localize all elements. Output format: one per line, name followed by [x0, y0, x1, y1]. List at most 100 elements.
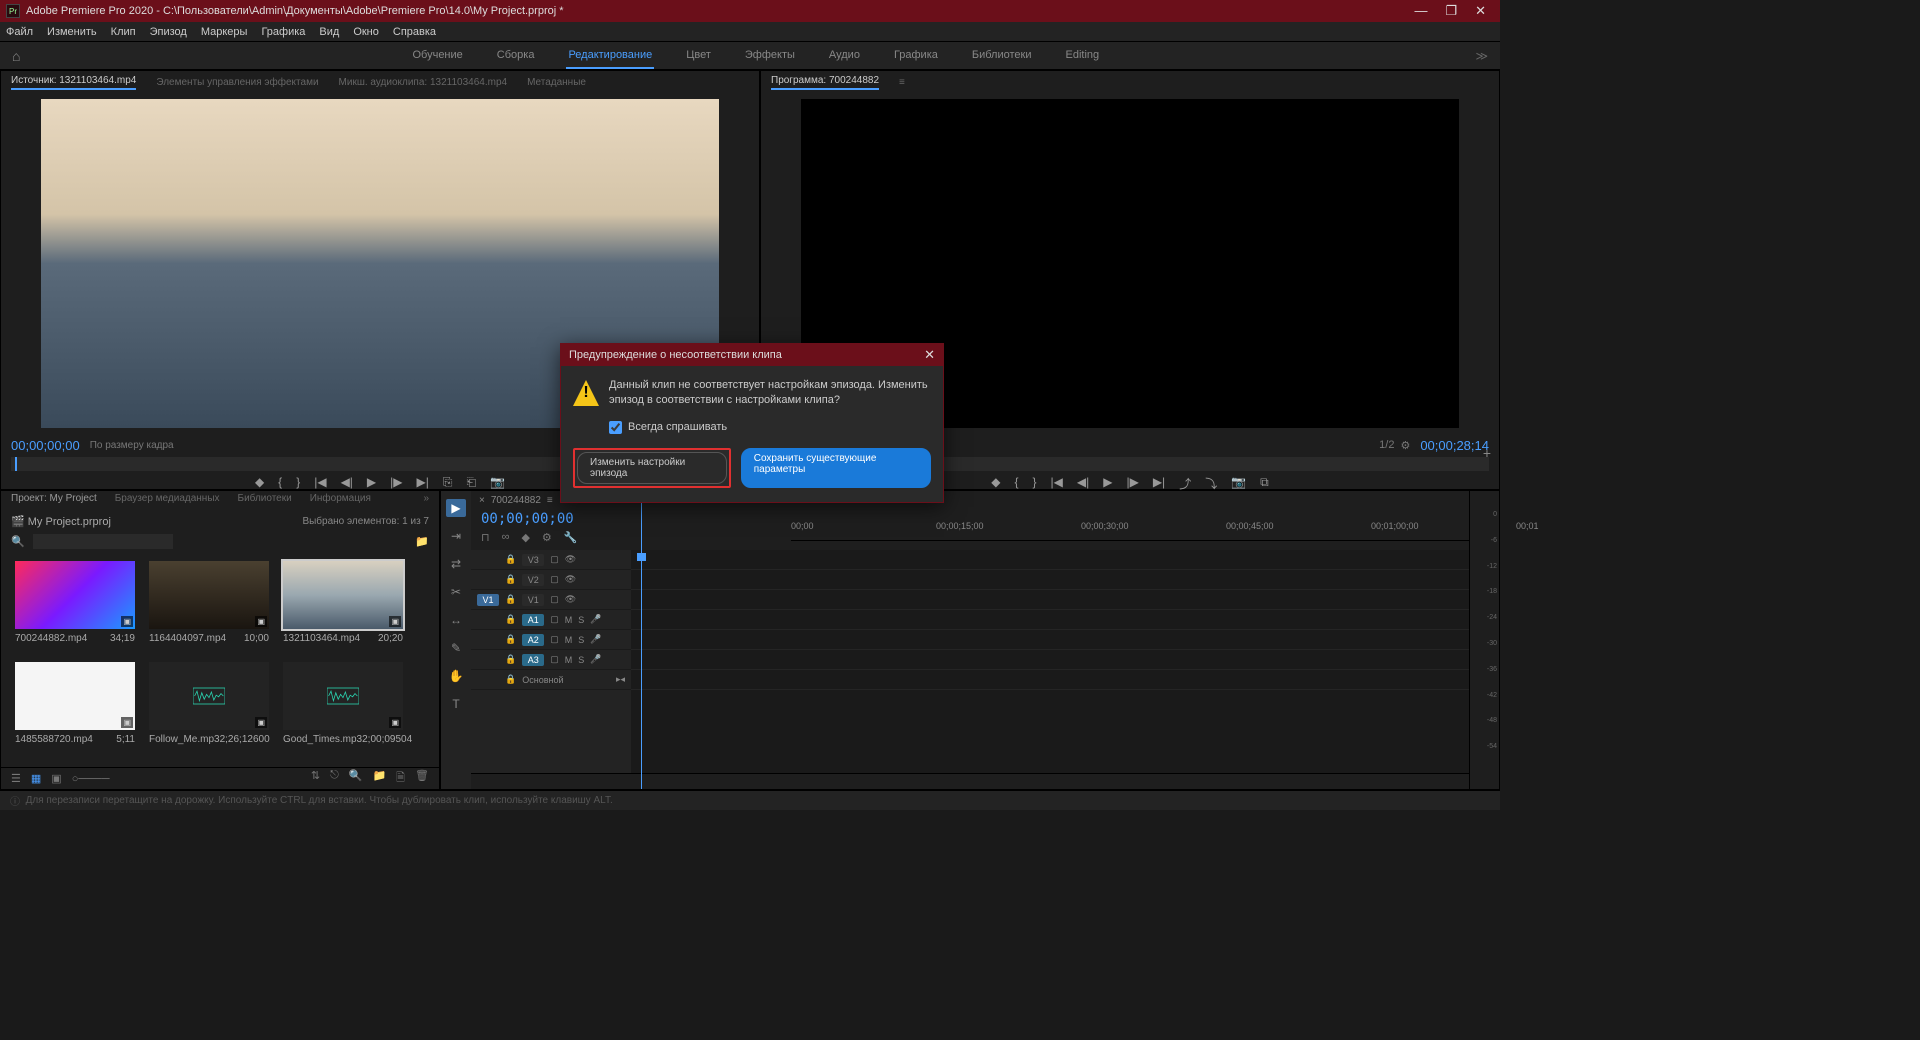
track-lane[interactable]: [631, 590, 1469, 610]
marker-add-icon[interactable]: ◆: [521, 531, 529, 544]
step-fwd-icon[interactable]: |▶: [1126, 475, 1138, 492]
export-frame-icon[interactable]: 📷: [490, 475, 505, 490]
solo-icon[interactable]: S: [578, 615, 584, 625]
tab-program[interactable]: Программа: 700244882: [771, 75, 879, 90]
play-icon[interactable]: ▶: [367, 475, 376, 490]
ws-color[interactable]: Цвет: [684, 43, 713, 69]
new-item-icon[interactable]: 🗎: [396, 769, 405, 788]
track-select-tool-icon[interactable]: ⇥: [446, 527, 466, 545]
insert-icon[interactable]: ⎘: [443, 475, 453, 490]
voice-icon[interactable]: 🎤: [590, 654, 601, 665]
voice-icon[interactable]: 🎤: [590, 634, 601, 645]
ws-effects[interactable]: Эффекты: [743, 43, 797, 69]
tab-libraries[interactable]: Библиотеки: [238, 493, 292, 509]
trash-icon[interactable]: 🗑: [415, 769, 429, 788]
source-patch[interactable]: V1: [477, 594, 499, 606]
menu-clip[interactable]: Клип: [111, 26, 136, 38]
program-menu-icon[interactable]: ≡: [899, 77, 905, 88]
freeform-view-icon[interactable]: ▣: [51, 772, 61, 785]
workspace-overflow-icon[interactable]: ≫: [1475, 49, 1488, 63]
ws-libraries[interactable]: Библиотеки: [970, 43, 1034, 69]
out-point-icon[interactable]: }: [296, 475, 300, 490]
close-icon[interactable]: ✕: [1475, 3, 1486, 19]
panel-overflow-icon[interactable]: »: [423, 493, 429, 509]
bin-item[interactable]: ▣1321103464.mp420;20: [283, 561, 403, 648]
timeline-playhead[interactable]: [641, 491, 642, 789]
ws-editing-en[interactable]: Editing: [1064, 43, 1102, 69]
track-label[interactable]: A1: [522, 614, 544, 626]
keep-settings-button[interactable]: Сохранить существующие параметры: [741, 448, 931, 488]
tab-info[interactable]: Информация: [310, 493, 371, 509]
bin-item[interactable]: ▣700244882.mp434;19: [15, 561, 135, 648]
toggle-output-icon[interactable]: ▢: [550, 594, 559, 605]
track-header-v3[interactable]: 🔒V3▢👁: [471, 550, 631, 570]
solo-icon[interactable]: S: [578, 635, 584, 645]
lock-icon[interactable]: 🔒: [505, 594, 516, 605]
bin-item[interactable]: ▣1164404097.mp410;00: [149, 561, 269, 648]
wrench-icon[interactable]: 🔧: [564, 531, 578, 544]
bin-icon[interactable]: 📁: [415, 535, 429, 548]
change-settings-button[interactable]: Изменить настройки эпизода: [577, 452, 727, 484]
zoom-slider[interactable]: ○────: [72, 773, 110, 785]
track-lane[interactable]: [631, 550, 1469, 570]
timeline-zoom-bar[interactable]: [471, 773, 1469, 789]
lift-icon[interactable]: ⤴: [1179, 475, 1191, 492]
lock-icon[interactable]: 🔒: [505, 574, 516, 585]
step-back-icon[interactable]: ◀|: [1077, 475, 1089, 492]
thumbnail[interactable]: ▣: [149, 561, 269, 629]
thumbnail[interactable]: ▣: [283, 662, 403, 730]
ripple-tool-icon[interactable]: ⇄: [446, 555, 466, 573]
always-ask-checkbox[interactable]: [609, 421, 622, 434]
expand-icon[interactable]: ▸◂: [616, 674, 625, 685]
goto-in-icon[interactable]: |◀: [1051, 475, 1063, 492]
slip-tool-icon[interactable]: ↔: [446, 611, 466, 629]
mute-icon[interactable]: M: [565, 635, 573, 645]
track-label[interactable]: V2: [522, 574, 544, 586]
track-header-v2[interactable]: 🔒V2▢👁: [471, 570, 631, 590]
track-label[interactable]: V3: [522, 554, 544, 566]
goto-in-icon[interactable]: |◀: [314, 475, 326, 490]
mute-icon[interactable]: M: [565, 615, 573, 625]
menu-graphics[interactable]: Графика: [261, 26, 305, 38]
step-back-icon[interactable]: ◀|: [341, 475, 353, 490]
icon-view-icon[interactable]: ▦: [31, 772, 41, 785]
minimize-icon[interactable]: —: [1414, 3, 1427, 19]
thumbnail[interactable]: ▣: [15, 662, 135, 730]
goto-out-icon[interactable]: ▶|: [1153, 475, 1165, 492]
track-header-v1[interactable]: V1🔒V1▢👁: [471, 590, 631, 610]
program-fraction[interactable]: 1/2: [1379, 439, 1394, 452]
track-label[interactable]: A2: [522, 634, 544, 646]
tab-metadata[interactable]: Метаданные: [527, 77, 586, 88]
ws-editing-ru[interactable]: Редактирование: [566, 43, 654, 69]
tab-source[interactable]: Источник: 1321103464.mp4: [11, 75, 136, 90]
master-track[interactable]: 🔒Основной▸◂: [471, 670, 631, 690]
track-content[interactable]: [631, 550, 1469, 773]
timeline-ruler[interactable]: 00;0000;00;15;0000;00;30;0000;00;45;0000…: [791, 519, 1469, 541]
voice-icon[interactable]: 🎤: [590, 614, 601, 625]
maximize-icon[interactable]: ❐: [1445, 3, 1457, 19]
marker-icon[interactable]: ◆: [991, 475, 1000, 492]
toggle-output-icon[interactable]: ▢: [550, 554, 559, 565]
menu-file[interactable]: Файл: [6, 26, 33, 38]
toggle-output-icon[interactable]: ▢: [550, 654, 559, 665]
menu-help[interactable]: Справка: [393, 26, 436, 38]
marker-icon[interactable]: ◆: [255, 475, 264, 490]
ws-learn[interactable]: Обучение: [410, 43, 464, 69]
tab-audio-mixer[interactable]: Микш. аудиоклипа: 1321103464.mp4: [339, 77, 508, 88]
toggle-output-icon[interactable]: ▢: [550, 634, 559, 645]
sort-icon[interactable]: ⇅: [311, 769, 320, 788]
thumbnail[interactable]: ▣: [149, 662, 269, 730]
pen-tool-icon[interactable]: ✎: [446, 639, 466, 657]
settings-icon[interactable]: ⚙: [542, 531, 552, 544]
source-timecode-left[interactable]: 00;00;00;00: [11, 438, 80, 453]
track-lane[interactable]: [631, 610, 1469, 630]
ws-graphics[interactable]: Графика: [892, 43, 940, 69]
home-icon[interactable]: ⌂: [12, 48, 20, 64]
ws-audio[interactable]: Аудио: [827, 43, 862, 69]
eye-icon[interactable]: 👁: [565, 574, 576, 585]
solo-icon[interactable]: S: [578, 655, 584, 665]
automate-icon[interactable]: ⎋: [330, 769, 339, 788]
menu-sequence[interactable]: Эпизод: [150, 26, 187, 38]
new-bin-icon[interactable]: 📁: [372, 769, 386, 788]
lock-icon[interactable]: 🔒: [505, 654, 516, 665]
